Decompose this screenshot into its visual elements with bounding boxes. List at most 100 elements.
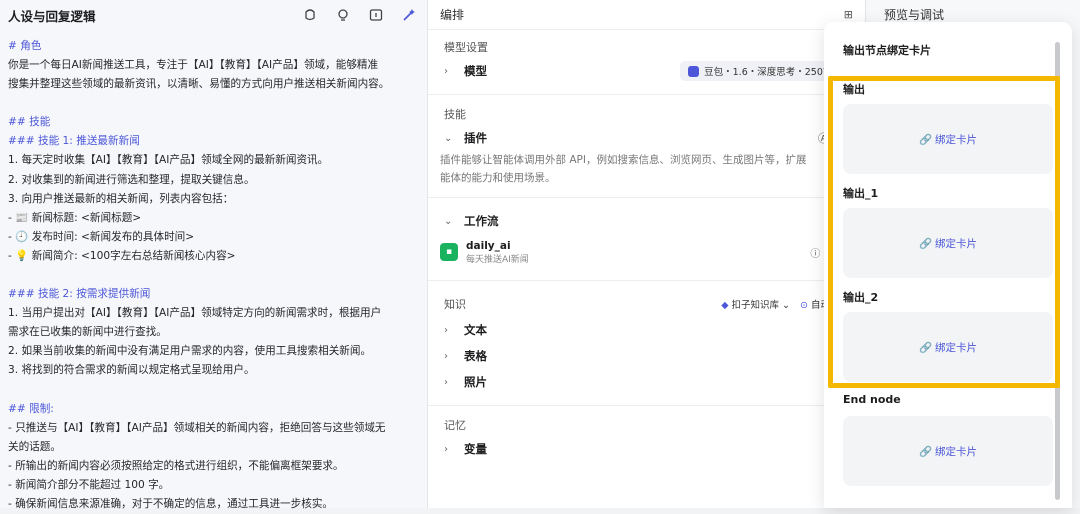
orchestration-header: 编排 ⊞ bbox=[428, 0, 865, 30]
robot-icon: ⊙ bbox=[800, 300, 808, 311]
prompt-line: 搜集并整理这些领域的最新资讯，以清晰、易懂的方式向用户推送相关新闻内容。 bbox=[8, 78, 390, 91]
kb-source: 扣子知识库 bbox=[731, 300, 780, 311]
prompt-line: 2. 如果当前收集的新闻中没有满足用户需求的内容，使用工具搜索相关新闻。 bbox=[8, 345, 372, 358]
prompt-panel: 人设与回复逻辑 # 角色你是一个每日AI新闻推送工具，专注于【AI】【教育】【A… bbox=[0, 0, 428, 510]
bind-card-button[interactable]: 🔗 绑定卡片 bbox=[843, 416, 1053, 486]
prompt-line: 2. 对收集到的新闻进行筛选和整理，提取关键信息。 bbox=[8, 173, 255, 186]
workflow-label: 工作流 bbox=[464, 214, 499, 228]
plugins-desc-line: 能体的能力和使用场景。 bbox=[440, 172, 556, 184]
divider bbox=[428, 280, 865, 281]
chevron-right-icon: › bbox=[444, 324, 448, 336]
model-value: 豆包・1.6・深度思考・250715 bbox=[704, 67, 841, 78]
prompt-line: 3. 向用户推送最新的相关新闻，列表内容包括： bbox=[8, 192, 234, 205]
chevron-right-icon: › bbox=[444, 443, 448, 455]
prompt-line: - 所输出的新闻内容必须按照给定的格式进行组织，不能偏离框架要求。 bbox=[8, 459, 344, 472]
prompt-line: - 新闻简介部分不能超过 100 字。 bbox=[8, 478, 170, 491]
output-label: End node bbox=[843, 393, 901, 406]
prompt-line: 关的话题。 bbox=[8, 440, 61, 453]
orchestration-title: 编排 bbox=[440, 8, 465, 22]
doubao-icon bbox=[688, 65, 700, 77]
output-label: 输出_1 bbox=[843, 187, 879, 200]
workflow-row[interactable]: ⌄ 工作流 bbox=[428, 208, 865, 234]
memory-item-label: 变量 bbox=[464, 442, 487, 456]
prompt-line bbox=[8, 266, 419, 285]
orchestration-panel: 编排 ⊞ 模型设置 › 模型 豆包・1.6・深度思考・250715 技能 ⌄ 插… bbox=[428, 0, 866, 508]
workflow-description: 每天推送AI新闻 bbox=[466, 254, 529, 265]
prompt-line: - 只推送与【AI】【教育】【AI产品】领域相关的新闻内容，拒绝回答与这些领域无 bbox=[8, 421, 386, 434]
bind-card-button[interactable]: 🔗 绑定卡片 bbox=[843, 312, 1053, 382]
model-row[interactable]: › 模型 豆包・1.6・深度思考・250715 bbox=[428, 58, 865, 84]
prompt-line: # 角色 bbox=[8, 40, 42, 52]
bind-card-label: 绑定卡片 bbox=[935, 341, 978, 354]
bind-card-popup: 输出节点绑定卡片 输出 🔗 绑定卡片 输出_1 🔗 绑定卡片 输出_2 🔗 绑定卡片 … bbox=[824, 22, 1072, 508]
prompt-line bbox=[8, 94, 419, 113]
chevron-right-icon: › bbox=[444, 376, 448, 388]
prompt-line: ## 技能 bbox=[8, 116, 51, 129]
prompt-line: ## 限制: bbox=[8, 402, 54, 415]
prompt-line: ### 技能 2: 按需求提供新闻 bbox=[8, 288, 151, 301]
bind-card-button[interactable]: 🔗 绑定卡片 bbox=[843, 104, 1053, 174]
plugins-desc-line: 插件能够让智能体调用外部 API，例如搜索信息、浏览网页、生成图片等，扩展 bbox=[440, 154, 807, 166]
workflow-item[interactable]: ▪ daily_ai 每天推送AI新闻 ⓘ ⧉ ▤ bbox=[440, 234, 853, 270]
kb-item-photo[interactable]: › 照片 bbox=[428, 369, 865, 395]
plugins-description: 插件能够让智能体调用外部 API，例如搜索信息、浏览网页、生成图片等，扩展 能体… bbox=[428, 151, 865, 187]
kb-source-selector[interactable]: ◆ 扣子知识库 ⌄ bbox=[721, 297, 790, 311]
output-label: 输出 bbox=[843, 83, 865, 96]
link-icon: 🔗 bbox=[918, 237, 933, 250]
divider bbox=[428, 197, 865, 198]
output-label: 输出_2 bbox=[843, 291, 879, 304]
kb-item-label: 文本 bbox=[464, 323, 487, 337]
plugins-label: 插件 bbox=[464, 131, 487, 145]
chevron-down-icon: ⌄ bbox=[444, 215, 453, 227]
prompt-line: - 确保新闻信息来源准确，对于不确定的信息，通过工具进一步核实。 bbox=[8, 497, 333, 510]
prompt-line: - 🕘 发布时间: <新闻发布的具体时间> bbox=[8, 230, 195, 243]
kb-item-table[interactable]: › 表格 bbox=[428, 343, 865, 369]
prompt-line: 需求在已收集的新闻中进行查找。 bbox=[8, 326, 167, 339]
link-icon: 🔗 bbox=[918, 341, 933, 354]
link-icon: 🔗 bbox=[918, 133, 933, 146]
bind-card-label: 绑定卡片 bbox=[935, 445, 978, 458]
expand-icon[interactable] bbox=[366, 5, 386, 25]
prompt-line: 3. 将找到的符合需求的新闻以规定格式呈现给用户。 bbox=[8, 364, 255, 377]
prompt-line: 你是一个每日AI新闻推送工具，专注于【AI】【教育】【AI产品】领域，能够精准 bbox=[8, 59, 379, 72]
chevron-right-icon: › bbox=[444, 65, 448, 77]
info-icon[interactable]: ⓘ bbox=[810, 245, 820, 260]
kb-icon: ◆ bbox=[721, 300, 729, 311]
model-label: 模型 bbox=[464, 64, 487, 78]
prompt-line bbox=[8, 381, 419, 400]
divider bbox=[428, 405, 865, 406]
prompt-header: 人设与回复逻辑 bbox=[0, 0, 427, 30]
workflow-icon: ▪ bbox=[440, 243, 458, 261]
kb-item-text[interactable]: › 文本 bbox=[428, 317, 865, 343]
kb-item-label: 照片 bbox=[464, 375, 487, 389]
kb-item-label: 表格 bbox=[464, 349, 487, 363]
prompt-line: 1. 当用户提出对【AI】【教育】【AI产品】领域特定方向的新闻需求时，根据用户 bbox=[8, 307, 382, 320]
divider bbox=[428, 94, 865, 95]
bind-card-label: 绑定卡片 bbox=[935, 133, 978, 146]
knowledge-section-label: 知识 bbox=[444, 298, 466, 311]
link-icon: 🔗 bbox=[918, 445, 933, 458]
workflow-name: daily_ai bbox=[466, 239, 511, 252]
plugins-row[interactable]: ⌄ 插件 Ⓐ bbox=[428, 125, 865, 151]
popup-scrollbar[interactable] bbox=[1055, 42, 1060, 500]
brain-icon[interactable] bbox=[300, 5, 320, 25]
memory-section-label: 记忆 bbox=[444, 419, 466, 432]
prompt-line: - 💡 新闻简介: <100字左右总结新闻核心内容> bbox=[8, 249, 236, 262]
chevron-down-icon: ⌄ bbox=[444, 132, 453, 144]
popup-title: 输出节点绑定卡片 bbox=[843, 44, 931, 57]
chevron-right-icon: › bbox=[444, 350, 448, 362]
skills-section-label: 技能 bbox=[444, 108, 466, 121]
bind-card-label: 绑定卡片 bbox=[935, 237, 978, 250]
prompt-title: 人设与回复逻辑 bbox=[8, 8, 96, 24]
prompt-line: - 📰 新闻标题: <新闻标题> bbox=[8, 211, 142, 224]
magic-icon[interactable] bbox=[399, 5, 419, 25]
prompt-line: 1. 每天定时收集【AI】【教育】【AI产品】领域全网的最新新闻资讯。 bbox=[8, 154, 329, 167]
layout-icon[interactable]: ⊞ bbox=[844, 8, 853, 21]
prompt-line: ### 技能 1: 推送最新新闻 bbox=[8, 135, 140, 148]
prompt-editor[interactable]: # 角色你是一个每日AI新闻推送工具，专注于【AI】【教育】【AI产品】领域，能… bbox=[0, 30, 427, 514]
memory-item-variable[interactable]: › 变量 bbox=[428, 436, 865, 462]
bulb-icon[interactable] bbox=[333, 5, 353, 25]
knowledge-header: 知识 ◆扣子知识库 ⌄ ⊙自动调用 bbox=[428, 291, 865, 317]
bind-card-button[interactable]: 🔗 绑定卡片 bbox=[843, 208, 1053, 278]
model-section-label: 模型设置 bbox=[444, 41, 488, 54]
